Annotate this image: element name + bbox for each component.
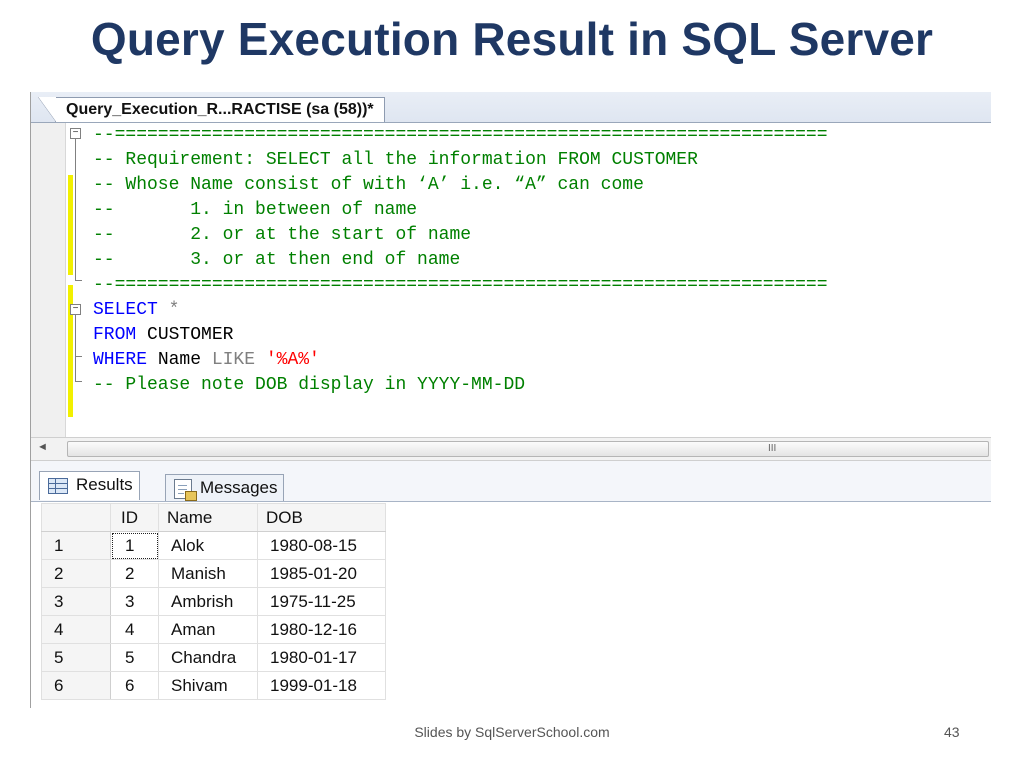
- cell-id[interactable]: 2: [110, 559, 159, 588]
- cell-dob[interactable]: 1999-01-18: [257, 671, 386, 700]
- row-number[interactable]: 3: [41, 587, 111, 616]
- code-line-separator: --======================================…: [93, 125, 828, 145]
- cell-dob[interactable]: 1980-08-15: [257, 531, 386, 560]
- keyword-like: LIKE: [211, 350, 256, 370]
- slide-title: Query Execution Result in SQL Server: [90, 13, 934, 65]
- tab-messages-label: Messages: [200, 478, 278, 497]
- table-name: CUSTOMER: [136, 325, 234, 345]
- keyword-select: SELECT: [93, 300, 158, 320]
- cell-name[interactable]: Ambrish: [158, 587, 258, 616]
- row-number[interactable]: 5: [41, 643, 111, 672]
- horizontal-scrollbar[interactable]: ◄ III: [31, 437, 991, 461]
- code-line-comment: -- 1. in between of name: [93, 200, 418, 220]
- code-line-from: FROM CUSTOMER: [93, 323, 233, 348]
- row-number[interactable]: 1: [41, 531, 111, 560]
- table-row[interactable]: 1 1 Alok 1980-08-15: [41, 531, 386, 560]
- grid-header-row: ID Name DOB: [41, 503, 386, 532]
- column-header-dob[interactable]: DOB: [257, 503, 386, 532]
- cell-id[interactable]: 4: [110, 615, 159, 644]
- table-row[interactable]: 5 5 Chandra 1980-01-17: [41, 643, 386, 672]
- code-line-comment: -- 3. or at then end of name: [93, 250, 461, 270]
- cell-name[interactable]: Chandra: [158, 643, 258, 672]
- column-header-name[interactable]: Name: [158, 503, 258, 532]
- outline-tick: [75, 356, 82, 357]
- collapse-toggle-icon[interactable]: −: [70, 128, 81, 139]
- cell-name[interactable]: Alok: [158, 531, 258, 560]
- select-star: *: [157, 300, 180, 320]
- outline-line: [75, 139, 76, 280]
- scroll-grip: III: [768, 443, 777, 454]
- cell-name[interactable]: Manish: [158, 559, 258, 588]
- code-line-comment: -- Whose Name consist of with ‘A’ i.e. “…: [93, 175, 644, 195]
- slide-page-number: 43: [944, 724, 960, 740]
- table-row[interactable]: 3 3 Ambrish 1975-11-25: [41, 587, 386, 616]
- results-grid[interactable]: ID Name DOB 1 1 Alok 1980-08-15 2 2 Manish 1985…: [41, 503, 386, 700]
- messages-icon: [174, 478, 197, 501]
- row-number[interactable]: 6: [41, 671, 111, 700]
- outline-end: [75, 381, 82, 382]
- cell-dob[interactable]: 1980-12-16: [257, 615, 386, 644]
- cell-name[interactable]: Shivam: [158, 671, 258, 700]
- ssms-window: Query_Execution_R...RACTISE (sa (58))* −…: [30, 92, 991, 708]
- scroll-left-icon[interactable]: ◄: [37, 441, 48, 453]
- editor-margin: [31, 123, 66, 437]
- grid-corner[interactable]: [41, 503, 111, 532]
- cell-id[interactable]: 1: [110, 531, 159, 560]
- tab-messages[interactable]: Messages: [165, 474, 285, 501]
- code-line-select: SELECT *: [93, 298, 179, 323]
- slide-footer: Slides by SqlServerSchool.com: [414, 724, 610, 740]
- query-editor[interactable]: − − --==================================…: [31, 123, 991, 437]
- cell-dob[interactable]: 1980-01-17: [257, 643, 386, 672]
- tab-results-label: Results: [76, 475, 133, 494]
- cell-id[interactable]: 5: [110, 643, 159, 672]
- column-name: Name: [147, 350, 212, 370]
- results-pane: Results Messages ID Name DOB 1 1 Alok 1980-…: [31, 461, 991, 708]
- document-tab-strip: Query_Execution_R...RACTISE (sa (58))*: [31, 92, 991, 123]
- outline-end: [75, 280, 82, 281]
- keyword-from: FROM: [93, 325, 137, 345]
- code-line-where: WHERE Name LIKE '%A%': [93, 348, 320, 373]
- column-header-id[interactable]: ID: [110, 503, 159, 532]
- code-line-comment: -- Requirement: SELECT all the informati…: [93, 150, 698, 170]
- table-row[interactable]: 2 2 Manish 1985-01-20: [41, 559, 386, 588]
- cell-id[interactable]: 6: [110, 671, 159, 700]
- cell-name[interactable]: Aman: [158, 615, 258, 644]
- code-line-comment: -- Please note DOB display in YYYY-MM-DD: [93, 375, 526, 395]
- cell-dob[interactable]: 1975-11-25: [257, 587, 386, 616]
- table-row[interactable]: 6 6 Shivam 1999-01-18: [41, 671, 386, 700]
- tab-results[interactable]: Results: [39, 471, 140, 500]
- table-row[interactable]: 4 4 Aman 1980-12-16: [41, 615, 386, 644]
- code-line-comment: -- 2. or at the start of name: [93, 225, 472, 245]
- results-tab-strip: Results Messages: [31, 461, 991, 502]
- outline-line: [75, 315, 76, 381]
- change-bar: [68, 175, 73, 275]
- row-number[interactable]: 2: [41, 559, 111, 588]
- query-document-tab[interactable]: Query_Execution_R...RACTISE (sa (58))*: [38, 97, 385, 122]
- row-number[interactable]: 4: [41, 615, 111, 644]
- cell-id[interactable]: 3: [110, 587, 159, 616]
- code-line-separator: --======================================…: [93, 275, 828, 295]
- collapse-toggle-icon[interactable]: −: [70, 304, 81, 315]
- grid-icon: [48, 477, 68, 494]
- scroll-thumb[interactable]: III: [67, 441, 989, 457]
- keyword-where: WHERE: [93, 350, 148, 370]
- like-pattern: '%A%': [255, 350, 320, 370]
- cell-dob[interactable]: 1985-01-20: [257, 559, 386, 588]
